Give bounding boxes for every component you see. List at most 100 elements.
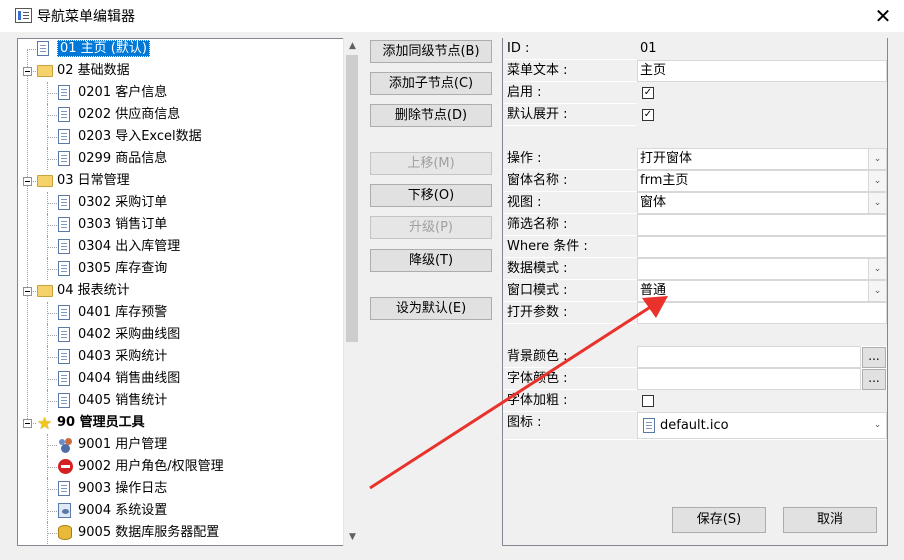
folder-open-icon — [37, 65, 53, 77]
add-sibling-button[interactable]: 添加同级节点(B) — [370, 40, 492, 63]
expand-checkbox[interactable]: ✓ — [642, 109, 654, 121]
demote-button[interactable]: 降级(T) — [370, 249, 492, 272]
tree-node-label[interactable]: 0401 库存预警 — [78, 303, 167, 323]
add-child-button[interactable]: 添加子节点(C) — [370, 72, 492, 95]
prop-row-where: Where 条件 : — [503, 236, 887, 258]
open-args-input[interactable] — [637, 302, 887, 324]
chevron-down-icon[interactable]: ⌄ — [868, 171, 886, 191]
window-mode-select[interactable]: 普通 ⌄ — [637, 280, 887, 302]
scroll-down-icon[interactable]: ▼ — [344, 529, 361, 546]
close-button[interactable]: ✕ — [862, 0, 904, 32]
node-text: 0303 销售订单 — [78, 217, 168, 232]
tree-node-label[interactable]: 0404 销售曲线图 — [78, 369, 180, 389]
collapse-toggle-icon[interactable] — [23, 177, 32, 186]
prop-row-enabled: 启用 : ✓ — [503, 82, 887, 104]
prop-label: 字体颜色 : — [503, 368, 637, 390]
tree-node-label[interactable]: 0303 销售订单 — [78, 215, 167, 235]
tree-node-label[interactable]: 9001 用户管理 — [78, 435, 167, 455]
scroll-up-icon[interactable]: ▲ — [344, 38, 361, 55]
fore-color-picker-button[interactable]: ... — [862, 369, 886, 390]
tree-guide-line — [47, 313, 57, 314]
node-text: 0302 采购订单 — [78, 195, 168, 210]
document-icon — [58, 371, 70, 386]
tree-guide-line — [47, 115, 57, 116]
node-text: 9003 操作日志 — [78, 481, 168, 496]
node-text: 0403 采购统计 — [78, 349, 168, 364]
prop-row-fore-color: 字体颜色 : — [503, 368, 887, 390]
settings-icon — [58, 503, 71, 518]
node-text: 9001 用户管理 — [78, 437, 168, 452]
save-button[interactable]: 保存(S) — [672, 507, 766, 533]
tree-node-label[interactable]: 0201 客户信息 — [78, 83, 167, 103]
chevron-down-icon[interactable]: ⌄ — [869, 413, 886, 438]
collapse-toggle-icon[interactable] — [23, 67, 32, 76]
promote-button[interactable]: 升级(P) — [370, 216, 492, 239]
collapse-toggle-icon[interactable] — [23, 287, 32, 296]
bold-checkbox[interactable] — [642, 395, 654, 407]
prop-label: 菜单文本 : — [503, 60, 637, 82]
menu-text-input[interactable]: 主页 — [637, 60, 887, 82]
prop-label: 操作 : — [503, 148, 637, 170]
collapse-toggle-icon[interactable] — [23, 419, 32, 428]
prop-row-id: ID : 01 — [503, 38, 887, 60]
where-input[interactable] — [637, 236, 887, 258]
tree-node-label[interactable]: 0402 采购曲线图 — [78, 325, 180, 345]
tree-node-label[interactable]: 01 主页 (默认) — [57, 39, 150, 59]
document-icon — [58, 85, 70, 100]
document-icon — [58, 481, 70, 496]
chevron-down-icon[interactable]: ⌄ — [868, 259, 886, 279]
back-color-input[interactable] — [637, 346, 861, 368]
tree-node-label[interactable]: 90 管理员工具 — [57, 413, 145, 433]
back-color-picker-button[interactable]: ... — [862, 347, 886, 368]
action-select[interactable]: 打开窗体 ⌄ — [637, 148, 887, 170]
tree-node-label[interactable]: 0203 导入Excel数据 — [78, 127, 202, 147]
node-text: 9005 数据库服务器配置 — [78, 525, 220, 540]
tree-node-label[interactable]: 9002 用户角色/权限管理 — [78, 457, 224, 477]
chevron-down-icon[interactable]: ⌄ — [868, 281, 886, 301]
id-value: 01 — [637, 38, 887, 60]
tree-node-label[interactable]: 0299 商品信息 — [78, 149, 167, 169]
tree-node-label[interactable]: 0202 供应商信息 — [78, 105, 180, 125]
prop-row-back-color: 背景颜色 : — [503, 346, 887, 368]
node-text: 0299 商品信息 — [78, 151, 168, 166]
tree-node-label[interactable]: 0305 库存查询 — [78, 259, 167, 279]
tree-node-label[interactable]: 0302 采购订单 — [78, 193, 167, 213]
prop-label: 窗体名称 : — [503, 170, 637, 192]
tree-node-label[interactable]: 0304 出入库管理 — [78, 237, 180, 257]
set-default-button[interactable]: 设为默认(E) — [370, 297, 492, 320]
chevron-down-icon[interactable]: ⌄ — [868, 149, 886, 169]
tree-node-label[interactable]: 0403 采购统计 — [78, 347, 167, 367]
tree-guide-line — [47, 203, 57, 204]
chevron-down-icon[interactable]: ⌄ — [868, 193, 886, 213]
tree-node-label[interactable]: 9003 操作日志 — [78, 479, 167, 499]
prop-label: 筛选名称 : — [503, 214, 637, 236]
tree-node-label[interactable]: 02 基础数据 — [57, 61, 130, 81]
prop-label: 打开参数 : — [503, 302, 637, 324]
scroll-thumb[interactable] — [346, 55, 358, 342]
prop-row-window-mode: 窗口模式 : 普通 ⌄ — [503, 280, 887, 302]
move-down-button[interactable]: 下移(O) — [370, 184, 492, 207]
data-mode-select[interactable]: ⌄ — [637, 258, 887, 280]
tree-scrollbar[interactable]: ▲ ▼ — [343, 38, 360, 546]
view-select[interactable]: 窗体 ⌄ — [637, 192, 887, 214]
node-text: 04 报表统计 — [57, 283, 130, 298]
tree-node-label[interactable]: 9005 数据库服务器配置 — [78, 523, 219, 543]
prop-row-form-name: 窗体名称 : frm主页 ⌄ — [503, 170, 887, 192]
move-up-button[interactable]: 上移(M) — [370, 152, 492, 175]
bold-cell — [637, 390, 887, 412]
tree-guide-line — [47, 269, 57, 270]
tree-guide-line — [47, 137, 57, 138]
node-text: 0202 供应商信息 — [78, 107, 181, 122]
action-value: 打开窗体 — [640, 151, 693, 166]
tree-node-label[interactable]: 0405 销售统计 — [78, 391, 167, 411]
fore-color-input[interactable] — [637, 368, 861, 390]
tree-node-label[interactable]: 03 日常管理 — [57, 171, 130, 191]
filter-name-input[interactable] — [637, 214, 887, 236]
tree-node-label[interactable]: 04 报表统计 — [57, 281, 130, 301]
enabled-checkbox[interactable]: ✓ — [642, 87, 654, 99]
tree-node-label[interactable]: 9004 系统设置 — [78, 501, 167, 521]
cancel-button[interactable]: 取消 — [783, 507, 877, 533]
delete-node-button[interactable]: 删除节点(D) — [370, 104, 492, 127]
form-name-select[interactable]: frm主页 ⌄ — [637, 170, 887, 192]
icon-select[interactable]: default.ico ⌄ — [637, 412, 887, 439]
